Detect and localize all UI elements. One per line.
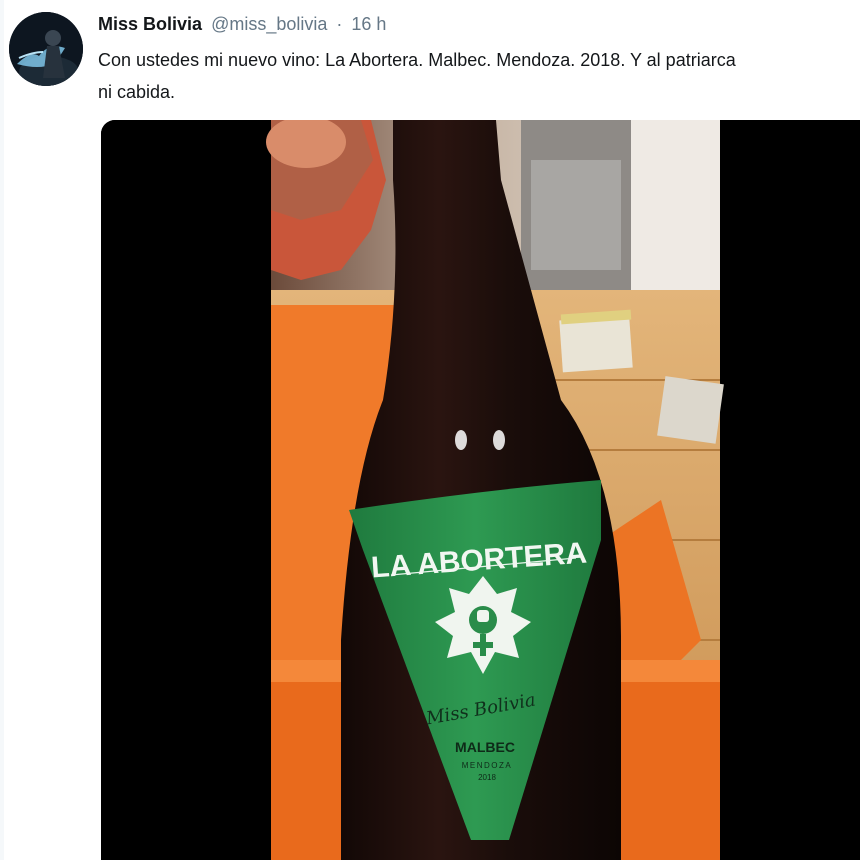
header-separator: ·	[336, 14, 343, 34]
wine-bottle-video-frame: LA ABORTERA Miss Bolivia MALBEC MENDOZA …	[101, 120, 860, 860]
tweet-media[interactable]: LA ABORTERA Miss Bolivia MALBEC MENDOZA …	[101, 120, 860, 860]
label-variety: MALBEC	[455, 739, 515, 755]
label-region: MENDOZA	[462, 761, 513, 770]
page-edge	[0, 0, 4, 860]
author-display-name[interactable]: Miss Bolivia	[98, 14, 202, 34]
tweet-header: Miss Bolivia @miss_bolivia · 16 h	[98, 12, 860, 36]
tweet-text-line: ni cabida.	[98, 82, 176, 102]
tweet-text-line: Con ustedes mi nuevo vino: La Abortera. …	[98, 50, 736, 70]
tweet-text: Con ustedes mi nuevo vino: La Abortera. …	[98, 44, 858, 108]
tweet-timestamp[interactable]: 16 h	[351, 14, 386, 34]
author-username[interactable]: @miss_bolivia	[211, 14, 327, 34]
label-vintage: 2018	[478, 773, 496, 782]
avatar[interactable]	[9, 12, 83, 86]
avatar-image	[9, 12, 83, 86]
